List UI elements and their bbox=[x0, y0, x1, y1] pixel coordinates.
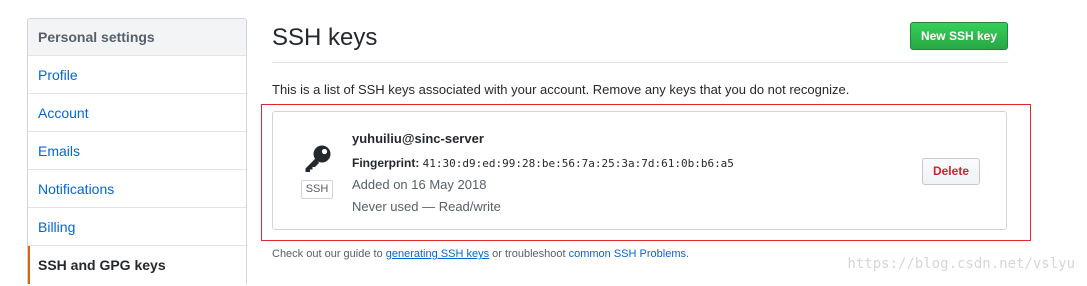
footer-guide: Check out our guide to generating SSH ke… bbox=[272, 248, 689, 260]
key-icon-group: SSH bbox=[299, 144, 335, 199]
common-ssh-problems-link[interactable]: common SSH Problems bbox=[569, 248, 686, 260]
footer-prefix: Check out our guide to bbox=[272, 248, 383, 260]
ssh-key-item: SSH yuhuiliu@sinc-server Fingerprint: 41… bbox=[272, 111, 1007, 230]
sidebar-item-account[interactable]: Account bbox=[28, 94, 246, 132]
key-icon bbox=[305, 145, 331, 172]
settings-sidebar: Personal settings Profile Account Emails… bbox=[27, 18, 247, 284]
sidebar-item-billing[interactable]: Billing bbox=[28, 208, 246, 246]
delete-key-button[interactable]: Delete bbox=[921, 158, 980, 185]
sidebar-header: Personal settings bbox=[28, 19, 246, 56]
page-title: SSH keys bbox=[272, 24, 378, 51]
key-details: yuhuiliu@sinc-server Fingerprint: 41:30:… bbox=[352, 130, 734, 218]
intro-text: This is a list of SSH keys associated wi… bbox=[272, 82, 850, 97]
fingerprint-row: Fingerprint: 41:30:d9:ed:99:28:be:56:7a:… bbox=[352, 152, 734, 174]
usage-status: Never used — Read/write bbox=[352, 199, 501, 214]
generating-ssh-keys-link[interactable]: generating SSH keys bbox=[386, 248, 489, 260]
main-content: SSH keys New SSH key This is a list of S… bbox=[272, 18, 1008, 97]
footer-suffix: . bbox=[685, 248, 690, 260]
watermark: https://blog.csdn.net/vslyu bbox=[847, 256, 1075, 272]
fingerprint-label: Fingerprint: bbox=[352, 156, 420, 170]
sidebar-item-ssh-gpg-keys[interactable]: SSH and GPG keys bbox=[28, 246, 246, 284]
new-ssh-key-button[interactable]: New SSH key bbox=[909, 22, 1008, 50]
sidebar-item-notifications[interactable]: Notifications bbox=[28, 170, 246, 208]
key-title: yuhuiliu@sinc-server bbox=[352, 131, 484, 146]
fingerprint-value: 41:30:d9:ed:99:28:be:56:7a:25:3a:7d:61:0… bbox=[422, 157, 734, 170]
footer-middle: or troubleshoot bbox=[492, 248, 566, 260]
added-date: Added on 16 May 2018 bbox=[352, 177, 487, 192]
title-row: SSH keys New SSH key bbox=[272, 18, 1008, 63]
ssh-keys-settings-page: Personal settings Profile Account Emails… bbox=[0, 0, 1087, 286]
sidebar-item-emails[interactable]: Emails bbox=[28, 132, 246, 170]
ssh-badge: SSH bbox=[300, 180, 334, 199]
sidebar-item-profile[interactable]: Profile bbox=[28, 56, 246, 94]
